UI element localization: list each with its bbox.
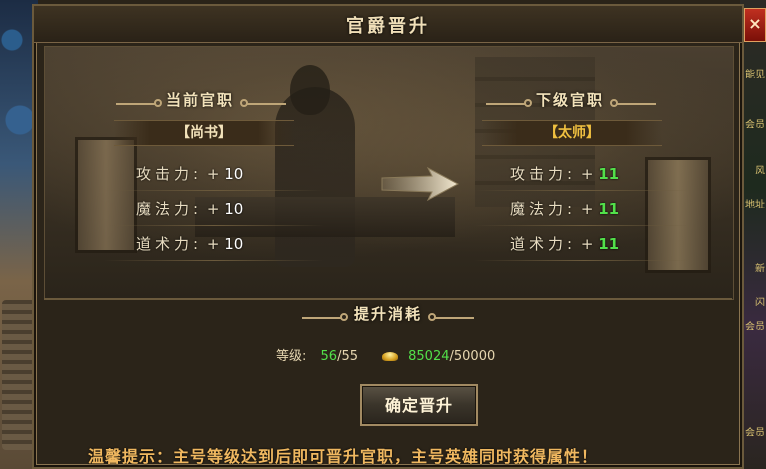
arrow-right-icon [381, 166, 460, 202]
official-head-art [290, 65, 330, 115]
side-tag: 能见 [745, 70, 765, 78]
stat-value: 10 [224, 165, 244, 183]
divider [104, 260, 324, 261]
stat-plus: + [206, 165, 220, 183]
next-attack-stat: 攻击力: + 11 [510, 164, 619, 184]
stat-label: 攻击力: [136, 165, 203, 183]
side-tag: 地址 [745, 200, 765, 208]
stat-plus: + [206, 200, 220, 218]
ornament-left [116, 99, 162, 107]
stat-label: 魔法力: [510, 200, 577, 218]
lantern-art [75, 137, 137, 253]
stat-label: 道术力: [510, 235, 577, 253]
stat-plus: + [580, 165, 594, 183]
stat-value: 11 [598, 165, 620, 183]
next-magic-stat: 魔法力: + 11 [510, 199, 619, 219]
stat-label: 攻击力: [510, 165, 577, 183]
close-button[interactable]: × [744, 8, 766, 42]
next-taoism-stat: 道术力: + 11 [510, 234, 619, 254]
ornament-right [610, 99, 656, 107]
current-taoism-stat: 道术力: + 10 [136, 234, 243, 254]
current-rank-header: 当前官职 [165, 91, 234, 109]
side-tag: 会员 [745, 120, 765, 128]
dialog-title: 官爵晋升 [346, 16, 430, 37]
side-tag: 会员 [745, 322, 765, 330]
divider [474, 225, 694, 226]
stat-value: 11 [598, 200, 620, 218]
barrel-scenery [2, 300, 36, 450]
ornament-right [240, 99, 286, 107]
current-magic-stat: 魔法力: + 10 [136, 199, 243, 219]
ornament-left [302, 313, 348, 321]
side-tag: 风 [755, 166, 765, 174]
ornament-left [486, 99, 532, 107]
divider [474, 190, 694, 191]
side-tag: 会员 [745, 428, 765, 436]
stat-plus: + [206, 235, 220, 253]
confirm-promotion-button[interactable]: 确定晋升 [360, 384, 478, 426]
level-label: 等级: [276, 349, 307, 364]
tip-text: 温馨提示：主号等级达到后即可晋升官职，主号英雄同时获得属性！ [88, 447, 599, 466]
gold-ingot-icon [382, 352, 398, 361]
stat-plus: + [580, 200, 594, 218]
level-required: /55 [337, 349, 358, 364]
ornament-right [428, 313, 474, 321]
side-tag: 闪 [755, 298, 765, 306]
lantern-art [645, 157, 711, 273]
divider [104, 190, 324, 191]
gold-current: 85024 [408, 349, 450, 364]
next-rank-header: 下级官职 [535, 91, 604, 109]
stat-value: 10 [224, 235, 244, 253]
cost-header: 提升消耗 [353, 305, 422, 323]
promotion-dialog: 官爵晋升 当前官职 【尚书】 攻击力: + 10 魔法力: + 10 道术力: … [32, 4, 744, 469]
stat-plus: + [580, 235, 594, 253]
gold-required: /50000 [449, 349, 496, 364]
stat-label: 道术力: [136, 235, 203, 253]
current-attack-stat: 攻击力: + 10 [136, 164, 243, 184]
level-requirement: 等级: 56/55 [276, 346, 358, 368]
title-bar: 官爵晋升 [34, 6, 742, 43]
stat-value: 11 [598, 235, 620, 253]
divider [104, 225, 324, 226]
side-tag: 新 [755, 264, 765, 272]
stat-value: 10 [224, 200, 244, 218]
next-rank-name: 【太师】 [482, 120, 662, 146]
level-current: 56 [320, 349, 338, 364]
divider [474, 260, 694, 261]
gold-requirement: 85024/50000 [378, 346, 495, 368]
stat-label: 魔法力: [136, 200, 203, 218]
current-rank-name: 【尚书】 [114, 120, 294, 146]
section-divider [44, 298, 732, 300]
